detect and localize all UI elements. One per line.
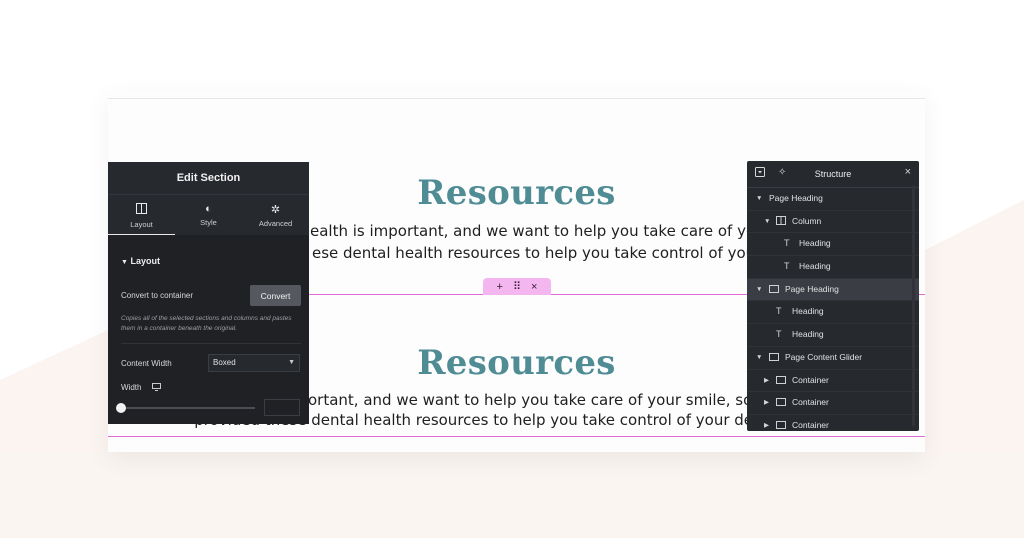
container-icon (769, 280, 779, 302)
column-icon (776, 212, 786, 234)
structure-item-heading[interactable]: T Heading (747, 301, 919, 325)
structure-item-page-heading[interactable]: ▼ Page Heading (747, 188, 919, 211)
close-icon[interactable]: × (905, 166, 911, 178)
structure-item-column[interactable]: ▼ Column (747, 211, 919, 234)
edit-panel-title: Edit Section (108, 162, 309, 195)
container-icon (776, 371, 786, 393)
structure-item-page-heading-selected[interactable]: ▼ Page Heading (747, 278, 919, 302)
content-width-value: Boxed (213, 358, 236, 367)
caret-right-icon[interactable]: ▶ (764, 392, 769, 414)
container-icon (776, 393, 786, 415)
convert-help-text: Copies all of the selected sections and … (121, 315, 292, 332)
structure-item-page-content-glider[interactable]: ▼ Page Content Glider (747, 347, 919, 370)
caret-down-icon[interactable]: ▼ (756, 279, 762, 301)
tab-style[interactable]: ◐ Style (175, 195, 242, 235)
edit-panel-tabs: Layout ◐ Style ✲ Advanced (108, 195, 309, 236)
tab-advanced-label: Advanced (258, 219, 293, 228)
chevron-down-icon: ▼ (288, 359, 295, 366)
section-handle[interactable]: + ⠿ × (483, 278, 551, 295)
structure-item-heading[interactable]: T Heading (747, 233, 919, 257)
structure-item-container[interactable]: ▶ Container (747, 370, 919, 393)
delete-section-icon[interactable]: × (531, 281, 537, 293)
caret-down-icon: ▼ (121, 259, 128, 266)
caret-right-icon[interactable]: ▶ (764, 415, 769, 431)
layout-heading: Layout (130, 256, 160, 266)
caret-down-icon[interactable]: ▼ (764, 211, 770, 233)
panel-divider (121, 343, 301, 344)
structure-title: Structure (814, 169, 852, 179)
tab-style-label: Style (200, 218, 217, 227)
canvas-top-divider (108, 98, 925, 99)
edit-section-panel: Edit Section Layout ◐ Style ✲ Advanced ▼… (108, 162, 309, 424)
text-icon: T (776, 329, 782, 340)
layout-section-toggle[interactable]: ▼ Layout (121, 256, 160, 266)
text-icon: T (776, 306, 782, 317)
width-slider-handle[interactable] (116, 403, 126, 413)
caret-down-icon[interactable]: ▼ (756, 188, 762, 210)
structure-header: ✧ Structure × (747, 161, 919, 188)
width-slider-track[interactable] (121, 407, 255, 409)
add-section-icon[interactable]: + (497, 281, 503, 293)
structure-item-heading[interactable]: T Heading (747, 324, 919, 347)
tab-advanced[interactable]: ✲ Advanced (242, 195, 309, 235)
caret-down-icon[interactable]: ▼ (756, 347, 762, 369)
container-icon (769, 348, 779, 370)
half-circle-icon: ◐ (205, 203, 212, 215)
tab-layout[interactable]: Layout (108, 195, 175, 236)
desktop-icon[interactable] (152, 383, 161, 393)
structure-item-container[interactable]: ▶ Container (747, 415, 919, 431)
section-bottom-border (108, 436, 925, 437)
structure-scrollbar[interactable] (912, 186, 915, 426)
convert-button[interactable]: Convert (250, 285, 301, 306)
structure-panel: ✧ Structure × ▼ Page Heading ▼ Column T … (747, 161, 919, 431)
structure-item-container[interactable]: ▶ Container (747, 392, 919, 415)
convert-label: Convert to container (121, 291, 194, 300)
text-icon: T (784, 261, 790, 272)
content-width-label: Content Width (121, 359, 172, 368)
drag-section-icon[interactable]: ⠿ (513, 280, 521, 293)
structure-item-heading[interactable]: T Heading (747, 256, 919, 279)
container-icon (776, 416, 786, 431)
caret-right-icon[interactable]: ▶ (764, 370, 769, 392)
text-icon: T (784, 238, 790, 249)
gear-icon: ✲ (270, 204, 281, 216)
columns-icon (108, 203, 175, 217)
content-width-select[interactable]: Boxed ▼ (208, 354, 300, 372)
width-input[interactable] (264, 399, 300, 416)
width-label: Width (121, 383, 142, 392)
tab-layout-label: Layout (130, 220, 153, 229)
edit-panel-body: ▼ Layout Convert to container Convert Co… (108, 235, 309, 424)
